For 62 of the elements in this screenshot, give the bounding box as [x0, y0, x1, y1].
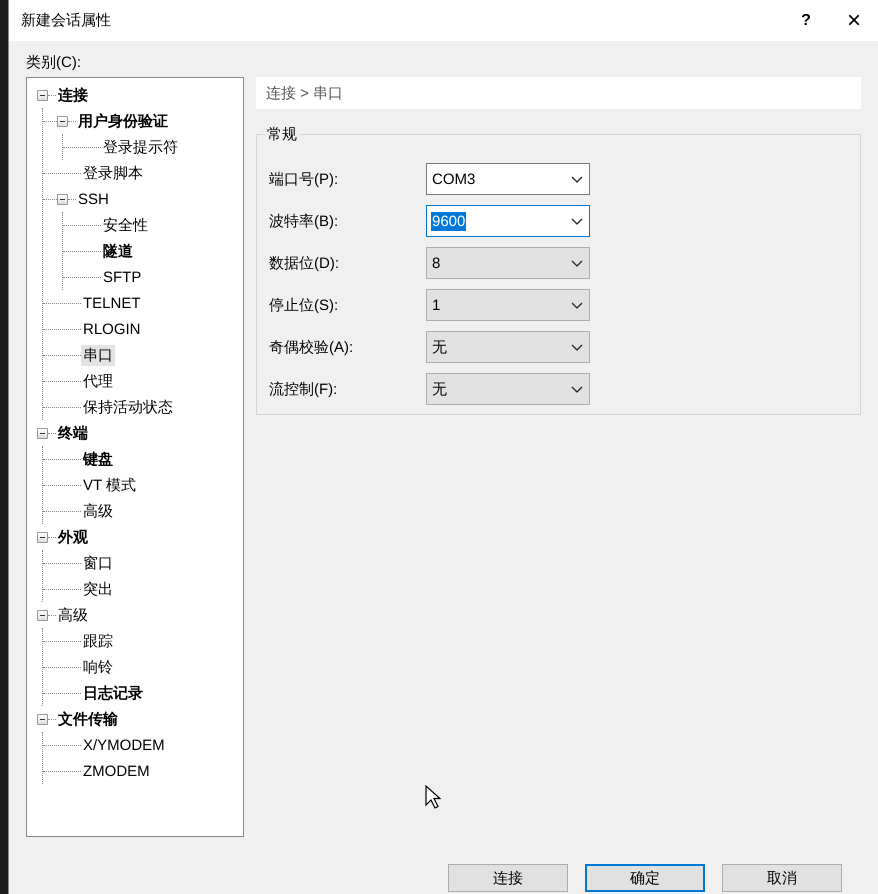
- tree-item[interactable]: 高级: [81, 500, 115, 522]
- tree-item[interactable]: SSH: [76, 190, 111, 208]
- tree-item[interactable]: ZMODEM: [81, 762, 152, 780]
- tree-item[interactable]: 隧道: [101, 240, 135, 262]
- chevron-down-icon: [571, 218, 583, 224]
- tree-item[interactable]: TELNET: [81, 294, 143, 312]
- tree-item[interactable]: 登录脚本: [81, 162, 145, 184]
- collapse-icon[interactable]: [37, 610, 48, 620]
- tree-item[interactable]: 日志记录: [81, 682, 145, 704]
- collapse-icon[interactable]: [37, 714, 48, 724]
- help-button[interactable]: ?: [782, 0, 830, 41]
- tree-item[interactable]: 外观: [56, 526, 90, 548]
- tree-item[interactable]: 保持活动状态: [81, 396, 175, 418]
- dropdown[interactable]: COM3: [426, 163, 590, 195]
- chevron-down-icon: [571, 176, 583, 182]
- tree-item[interactable]: 突出: [81, 578, 115, 600]
- collapse-icon[interactable]: [37, 532, 48, 542]
- field-label: 流控制(F):: [269, 380, 338, 398]
- dropdown[interactable]: 无: [426, 331, 590, 363]
- tree-item[interactable]: 高级: [56, 604, 90, 626]
- tree-item[interactable]: SFTP: [101, 268, 144, 286]
- tree-item[interactable]: 窗口: [81, 552, 115, 574]
- mouse-pointer-icon: [425, 785, 441, 809]
- chevron-down-icon: [571, 260, 583, 266]
- group-title: 常规: [266, 125, 298, 144]
- chevron-down-icon: [571, 344, 583, 350]
- collapse-icon[interactable]: [57, 116, 68, 126]
- tree-item[interactable]: 键盘: [81, 448, 115, 470]
- tree-item[interactable]: 文件传输: [56, 708, 120, 730]
- tree-item[interactable]: RLOGIN: [81, 320, 143, 338]
- field-label: 波特率(B):: [269, 212, 340, 230]
- dialog-button[interactable]: 确定: [585, 864, 705, 892]
- tree-item[interactable]: 跟踪: [81, 630, 115, 652]
- collapse-icon[interactable]: [37, 90, 48, 100]
- tree-item[interactable]: VT 模式: [81, 474, 138, 496]
- collapse-icon[interactable]: [37, 428, 48, 438]
- field-label: 数据位(D):: [269, 254, 340, 272]
- field-label: 停止位(S):: [269, 296, 340, 314]
- dropdown[interactable]: 8: [426, 247, 590, 279]
- dropdown[interactable]: 1: [426, 289, 590, 321]
- tree-item[interactable]: 登录提示符: [101, 136, 180, 158]
- dropdown[interactable]: 9600: [426, 205, 590, 237]
- breadcrumb: 连接 > 串口: [256, 77, 861, 109]
- tree-item[interactable]: 终端: [56, 422, 90, 444]
- tree-item[interactable]: 安全性: [101, 214, 150, 236]
- tree-item[interactable]: X/YMODEM: [81, 736, 167, 754]
- dropdown[interactable]: 无: [426, 373, 590, 405]
- tree-item[interactable]: 代理: [81, 370, 115, 392]
- chevron-down-icon: [571, 386, 583, 392]
- chevron-down-icon: [571, 302, 583, 308]
- tree-item[interactable]: 连接: [56, 84, 90, 106]
- tree-item[interactable]: 用户身份验证: [76, 110, 170, 132]
- field-label: 端口号(P):: [269, 170, 340, 188]
- tree-item[interactable]: 响铃: [81, 656, 115, 678]
- dialog-button[interactable]: 连接: [448, 864, 568, 892]
- close-button[interactable]: ×: [830, 0, 878, 41]
- field-label: 奇偶校验(A):: [269, 338, 354, 356]
- tree-item[interactable]: 串口: [81, 344, 115, 366]
- window-title: 新建会话属性: [21, 11, 112, 30]
- category-label: 类别(C):: [26, 53, 82, 73]
- dialog-button[interactable]: 取消: [722, 864, 842, 892]
- collapse-icon[interactable]: [57, 194, 68, 204]
